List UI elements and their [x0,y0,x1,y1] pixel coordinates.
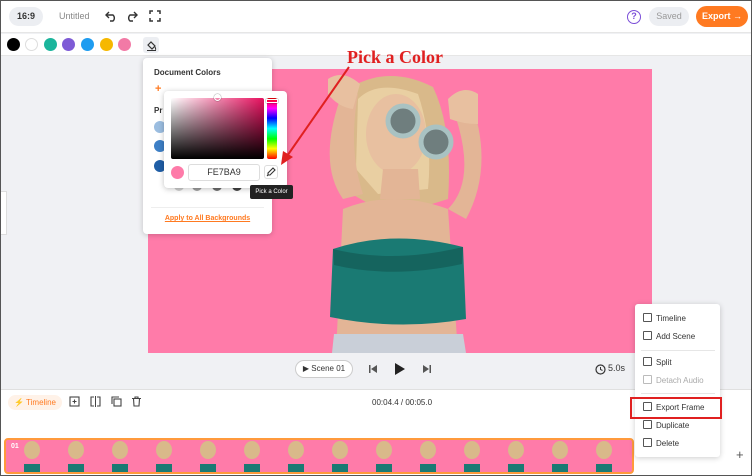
saturation-area[interactable] [171,98,264,159]
menu-item-add-scene[interactable]: Add Scene [643,330,717,344]
saturation-handle[interactable] [214,94,221,101]
thumbnail-frame [24,441,40,472]
menu-item-label: Detach Audio [656,376,704,385]
swatch-black[interactable] [7,38,20,51]
menu-divider [641,393,715,394]
swatch-teal[interactable] [44,38,57,51]
saved-button[interactable]: Saved [649,7,689,26]
detach-audio-icon [643,375,652,384]
thumbnail-strip [24,441,612,472]
thumbnail-frame [596,441,612,472]
context-menu: Timeline Add Scene Split Detach Audio Ex… [635,304,720,457]
thumbnail-frame [112,441,128,472]
thumbnail-frame [376,441,392,472]
skip-back-icon[interactable] [367,363,379,375]
color-picker-popup: FE7BA9 [164,91,287,188]
swatch-white[interactable] [25,38,38,51]
duplicate-icon [643,420,652,429]
annotation-label: Pick a Color [347,47,443,67]
thumbnail-frame [200,441,216,472]
pick-a-color-tooltip: Pick a Color [250,185,293,199]
trash-icon[interactable] [131,396,142,407]
side-panel-toggle[interactable] [1,191,7,235]
add-color-button[interactable]: + [155,83,161,95]
document-colors-title: Document Colors [154,68,221,77]
trash-icon [643,438,652,447]
fill-bucket-icon[interactable] [143,37,159,53]
timeline-tab[interactable]: ⚡ Timeline [8,395,62,410]
menu-item-duplicate[interactable]: Duplicate [643,419,717,433]
apply-to-all-backgrounds-link[interactable]: Apply to All Backgrounds [143,215,272,222]
menu-divider [641,350,715,351]
hex-input[interactable]: FE7BA9 [188,164,260,181]
split-icon[interactable] [90,396,101,407]
annotation-arrow [281,66,350,165]
swatch-pink[interactable] [118,38,131,51]
thumbnail-frame [508,441,524,472]
divider [151,207,264,208]
clock-icon [594,363,606,375]
aspect-ratio-button[interactable]: 16:9 [9,7,43,26]
export-button[interactable]: Export → [696,6,748,27]
skip-forward-icon[interactable] [421,363,433,375]
current-color-swatch [171,166,184,179]
add-track-button[interactable]: + [736,447,744,462]
scene-duration[interactable]: 5.0s [608,363,625,373]
thumbnail-frame [68,441,84,472]
menu-item-detach-audio: Detach Audio [643,374,717,388]
menu-item-delete[interactable]: Delete [643,437,717,451]
menu-item-split[interactable]: Split [643,356,717,370]
menu-item-timeline[interactable]: Timeline [643,312,717,326]
scene-selector[interactable]: ▶ Scene 01 [295,360,353,378]
thumbnail-frame [332,441,348,472]
thumbnail-frame [156,441,172,472]
play-icon[interactable] [393,363,405,375]
split-icon [643,357,652,366]
thumbnail-frame [244,441,260,472]
thumbnail-frame [420,441,436,472]
timeline-tab-label: Timeline [26,398,56,407]
fullscreen-icon[interactable] [148,9,162,23]
scene-label: Scene 01 [311,364,346,373]
timeline-time: 00:04.4 / 00:05.0 [372,398,433,407]
add-scene-icon[interactable] [69,396,80,407]
document-title[interactable]: Untitled [59,11,90,21]
thumbnail-frame [464,441,480,472]
redo-icon[interactable] [124,9,138,23]
menu-item-label: Add Scene [656,332,696,341]
swatch-purple[interactable] [62,38,75,51]
undo-icon[interactable] [104,9,118,23]
top-bar: 16:9 Untitled ? Saved Export → [1,1,751,33]
menu-item-label: Split [656,358,672,367]
presets-label: Pr [154,106,163,115]
scene-track[interactable]: 01 [4,438,634,474]
thumbnail-frame [288,441,304,472]
menu-item-label: Delete [656,439,680,448]
timeline-tab-icon: ⚡ [14,398,27,407]
export-frame-highlight [630,397,722,419]
help-icon[interactable]: ? [627,10,641,24]
editor-window: 16:9 Untitled ? Saved Export → Document … [0,0,752,476]
add-scene-icon [643,331,652,340]
timeline-icon [643,313,652,322]
menu-item-label: Duplicate [656,421,690,430]
swatch-yellow[interactable] [100,38,113,51]
swatch-blue[interactable] [81,38,94,51]
duplicate-icon[interactable] [111,396,122,407]
menu-item-label: Timeline [656,314,686,323]
thumbnail-frame [552,441,568,472]
